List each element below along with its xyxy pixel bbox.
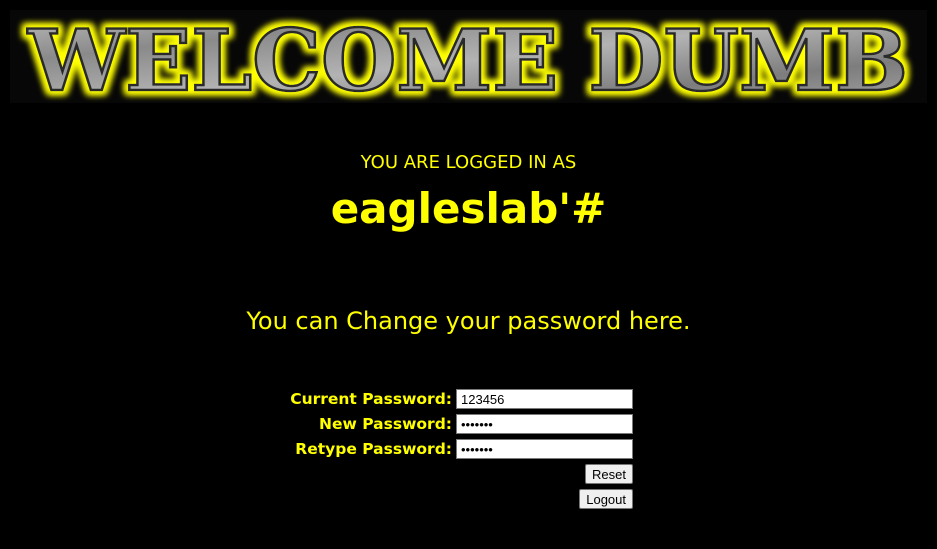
username-display: eagleslab'# bbox=[330, 184, 607, 233]
welcome-banner-graphic: WELCOME DUMB bbox=[26, 10, 910, 103]
change-password-message: You can Change your password here. bbox=[246, 307, 691, 335]
current-password-label: Current Password: bbox=[290, 390, 452, 408]
current-password-field[interactable] bbox=[456, 389, 633, 409]
retype-password-field[interactable] bbox=[456, 439, 633, 459]
new-password-field[interactable] bbox=[456, 414, 633, 434]
reset-button[interactable]: Reset bbox=[585, 464, 633, 484]
logout-button[interactable]: Logout bbox=[579, 489, 633, 509]
welcome-banner-text: WELCOME DUMB bbox=[27, 11, 908, 103]
retype-password-label: Retype Password: bbox=[295, 440, 452, 458]
logged-in-label: YOU ARE LOGGED IN AS bbox=[360, 152, 577, 173]
welcome-banner: WELCOME DUMB bbox=[10, 10, 927, 103]
new-password-label: New Password: bbox=[319, 415, 452, 433]
page: WELCOME DUMB YOU ARE LOGGED IN AS eagles… bbox=[0, 0, 937, 549]
